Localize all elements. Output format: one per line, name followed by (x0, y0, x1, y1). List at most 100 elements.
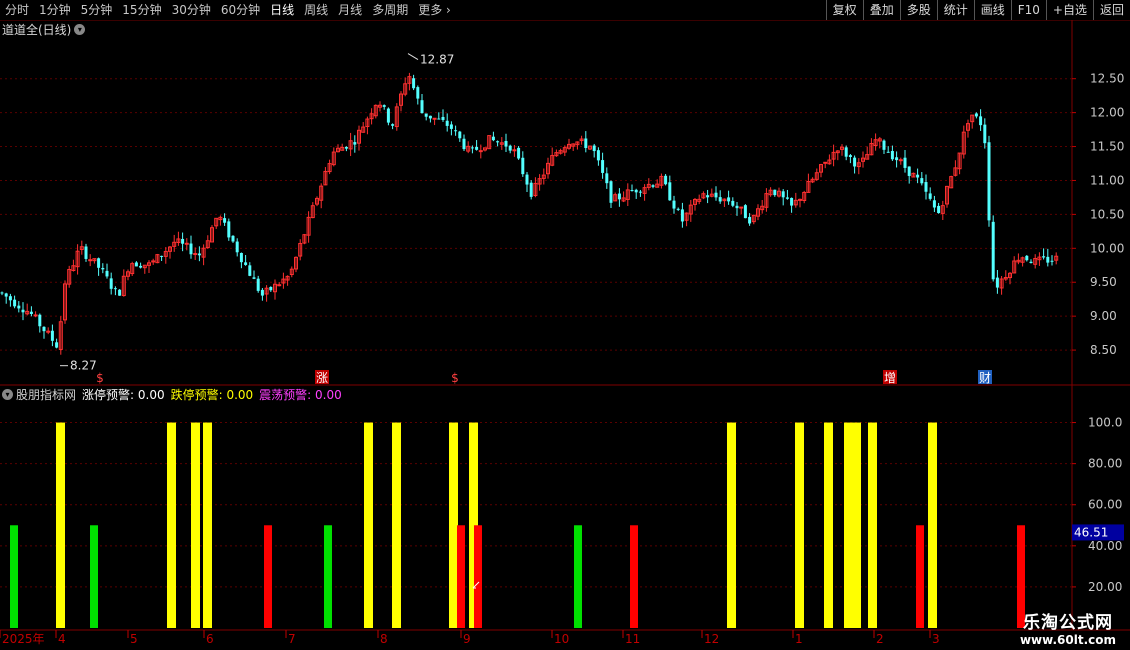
indicator-tick-label: 60.00 (1088, 498, 1122, 512)
candle-body (920, 178, 924, 184)
candle-body (706, 195, 710, 198)
price-tick-label: 12.00 (1090, 106, 1124, 120)
time-tick-label: 1 (795, 632, 803, 646)
event-marker[interactable]: $ (96, 371, 104, 385)
candle-body (109, 278, 113, 289)
candle-body (512, 149, 517, 152)
signal-bar-yellow (852, 422, 861, 628)
time-tick-label: 12 (704, 632, 719, 646)
candle-body (634, 189, 638, 193)
indicator-item-oscillation: 震荡预警: 0.00 (259, 387, 342, 402)
candle-body (937, 205, 941, 214)
current-value-label: 46.51 (1074, 525, 1108, 539)
candle-body (781, 191, 785, 198)
candle-body (907, 166, 911, 176)
candle-body (88, 259, 93, 262)
candle-body (193, 253, 198, 256)
candle-body (139, 265, 143, 268)
candle-body (995, 277, 999, 288)
candle-body (235, 241, 239, 253)
candle-body (269, 286, 273, 291)
watermark-url: www.60lt.com (1019, 633, 1116, 647)
event-marker[interactable]: 涨 (316, 370, 328, 385)
time-tick-label: 2025年 (2, 632, 45, 646)
candle-body (223, 218, 227, 223)
price-tick-label: 9.00 (1090, 309, 1117, 323)
candle-body (449, 124, 453, 129)
kline-chart[interactable]: 12.50 12.00 11.50 11.00 10.50 10.00 9.50 9.00 8.… (0, 0, 1130, 650)
price-tick-label: 10.00 (1090, 241, 1124, 255)
signal-bar-red (457, 525, 465, 628)
signal-bar-yellow (795, 422, 804, 628)
signal-bar-yellow (449, 422, 458, 628)
candle-body (248, 265, 252, 276)
candle-body (441, 116, 445, 120)
signal-bar-red (630, 525, 638, 628)
candle-body (785, 197, 789, 199)
candle-body (651, 185, 655, 187)
candle-body (1046, 256, 1050, 263)
signal-bar-yellow (203, 422, 212, 628)
candle-body (382, 105, 386, 107)
signal-bar-yellow (844, 422, 853, 628)
indicator-tick-label: 100.0 (1088, 416, 1122, 430)
price-tick-label: 9.50 (1090, 275, 1117, 289)
candle-body (184, 242, 189, 245)
time-tick-label: 4 (58, 632, 66, 646)
candle-body (638, 191, 642, 193)
candle-body (508, 145, 512, 151)
time-tick-label: 7 (288, 632, 296, 646)
time-tick-label: 11 (625, 632, 640, 646)
candle-body (424, 113, 428, 117)
candle-body (974, 113, 978, 117)
candle-body (445, 120, 449, 126)
candle-body (882, 140, 886, 150)
candle-body (609, 181, 613, 203)
candle-body (353, 142, 357, 145)
candle-body (344, 146, 348, 149)
candle-body (277, 284, 282, 287)
candle-body (848, 155, 852, 157)
candle-body (1050, 260, 1054, 262)
candle-body (1029, 261, 1033, 264)
event-marker[interactable]: 财 (979, 371, 991, 385)
candle-body (189, 243, 193, 255)
signal-bar-yellow (727, 422, 736, 628)
chart-header: 道道全(日线) ▾ (2, 20, 86, 38)
indicator-tick-label: 20.00 (1088, 580, 1122, 594)
candle-body (416, 87, 420, 99)
indicator-header: ▾ 股朋指标网 涨停预警: 0.00 跌停预警: 0.00 震荡预警: 0.00 (2, 386, 342, 402)
candle-body (798, 198, 802, 201)
candle-body (928, 193, 932, 199)
time-tick-label: 8 (380, 632, 388, 646)
candle-body (437, 118, 441, 120)
candle-body (739, 206, 744, 209)
signal-bar-yellow (868, 422, 877, 628)
candle-body (668, 182, 672, 201)
signal-bar-yellow (364, 422, 373, 628)
signal-bar-yellow (167, 422, 176, 628)
max-price-label: 12.87 (420, 53, 454, 67)
candle-body (55, 342, 59, 348)
candle-body (432, 117, 437, 120)
candle-body (605, 173, 609, 184)
price-tick-label: 10.50 (1090, 207, 1124, 221)
candle-body (113, 288, 117, 290)
candle-body (21, 309, 25, 313)
event-marker[interactable]: $ (451, 371, 459, 385)
indicator-tick-label: 40.00 (1088, 539, 1122, 553)
signal-bar-yellow (824, 422, 833, 628)
candle-body (886, 151, 890, 153)
candle-body (134, 262, 138, 267)
candle-body (386, 108, 390, 123)
candle-body (680, 209, 684, 222)
chevron-down-icon[interactable]: ▾ (74, 23, 86, 35)
chevron-down-icon[interactable]: ▾ (2, 388, 13, 400)
candle-body (664, 175, 668, 185)
event-marker[interactable]: 增 (884, 371, 896, 385)
candle-body (584, 138, 588, 148)
candle-body (890, 150, 894, 160)
candle-body (979, 116, 983, 126)
candle-body (504, 140, 508, 147)
candle-body (8, 296, 12, 301)
